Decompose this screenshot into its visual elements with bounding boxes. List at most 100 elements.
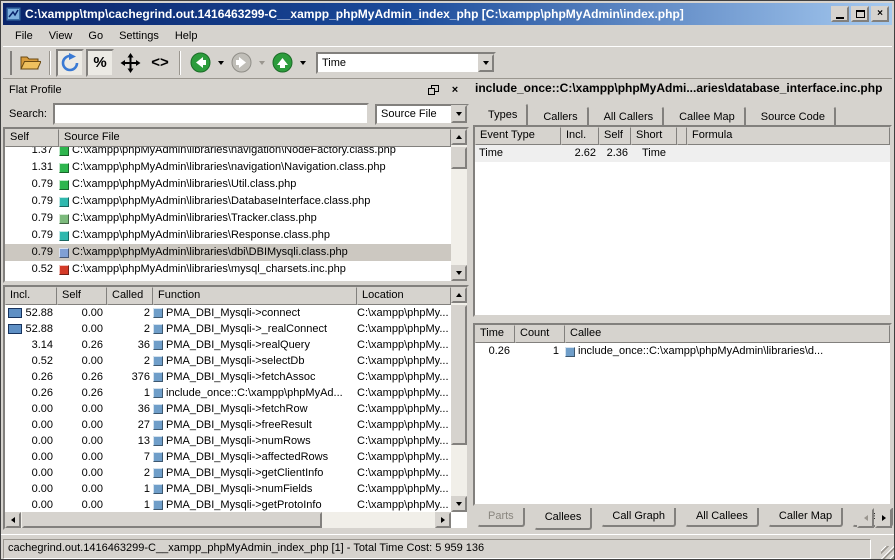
scroll-down-button[interactable]: [451, 265, 467, 281]
function-row[interactable]: 0.00 0.00 27 PMA_DBI_Mysqli->freeResult …: [5, 417, 451, 433]
combo-arrow-button[interactable]: [478, 54, 494, 72]
column-header-self[interactable]: Self: [57, 287, 107, 305]
column-header-count[interactable]: Count: [515, 325, 565, 343]
column-header-self[interactable]: Self: [599, 127, 631, 145]
bottom-tab[interactable]: Call Graph: [601, 508, 676, 527]
tab-scroll-right-button[interactable]: [875, 508, 892, 528]
detail-tab[interactable]: Source Code: [750, 106, 836, 125]
function-table-hscrollbar[interactable]: [5, 512, 451, 528]
column-header-callee[interactable]: Callee: [565, 325, 890, 343]
function-row[interactable]: 0.00 0.00 2 PMA_DBI_Mysqli->getClientInf…: [5, 465, 451, 481]
open-file-button[interactable]: [16, 49, 44, 77]
function-row[interactable]: 3.14 0.26 36 PMA_DBI_Mysqli->realQuery C…: [5, 337, 451, 353]
forward-dropdown[interactable]: [256, 49, 267, 77]
up-dropdown[interactable]: [297, 49, 308, 77]
source-file-row[interactable]: 0.79 C:\xampp\phpMyAdmin\libraries\Respo…: [5, 227, 451, 244]
function-row[interactable]: 0.26 0.26 1 include_once::C:\xampp\phpMy…: [5, 385, 451, 401]
back-dropdown[interactable]: [215, 49, 226, 77]
maximize-button[interactable]: [851, 6, 869, 22]
function-row[interactable]: 52.88 0.00 2 PMA_DBI_Mysqli->_realConnec…: [5, 321, 451, 337]
function-row[interactable]: 0.52 0.00 2 PMA_DBI_Mysqli->selectDb C:\…: [5, 353, 451, 369]
dock-layout-button[interactable]: [116, 49, 144, 77]
source-file-row[interactable]: 0.79 C:\xampp\phpMyAdmin\libraries\Datab…: [5, 193, 451, 210]
column-header-source-file[interactable]: Source File: [59, 129, 451, 147]
event-type-row[interactable]: Time 2.62 2.36 Time: [475, 145, 890, 162]
scroll-left-button[interactable]: [5, 512, 21, 528]
function-row[interactable]: 0.00 0.00 36 PMA_DBI_Mysqli->fetchRow C:…: [5, 401, 451, 417]
column-header-function[interactable]: Function: [153, 287, 357, 305]
function-row[interactable]: 52.88 0.00 2 PMA_DBI_Mysqli->connect C:\…: [5, 305, 451, 321]
source-file-row[interactable]: 0.79 C:\xampp\phpMyAdmin\libraries\Util.…: [5, 176, 451, 193]
function-row[interactable]: 0.00 0.00 1 PMA_DBI_Mysqli->getProtoInfo…: [5, 497, 451, 512]
bottom-tab[interactable]: Parts: [477, 508, 525, 527]
detail-tab[interactable]: All Callers: [593, 106, 665, 125]
function-row[interactable]: 0.00 0.00 7 PMA_DBI_Mysqli->affectedRows…: [5, 449, 451, 465]
column-header-time[interactable]: Time: [475, 325, 515, 343]
scroll-thumb[interactable]: [451, 305, 467, 445]
back-button[interactable]: [186, 49, 214, 77]
callee-row[interactable]: 0.26 1 include_once::C:\xampp\phpMyAdmin…: [475, 343, 890, 360]
source-file-row[interactable]: 1.31 C:\xampp\phpMyAdmin\libraries\navig…: [5, 159, 451, 176]
menu-item[interactable]: File: [7, 28, 41, 44]
bottom-tab[interactable]: Caller Map: [768, 508, 843, 527]
reload-button[interactable]: [56, 49, 84, 77]
file-path-cell: C:\xampp\phpMyAdmin\libraries\navigation…: [72, 159, 386, 176]
detail-tab[interactable]: Callee Map: [668, 106, 746, 125]
function-name-cell: PMA_DBI_Mysqli->fetchRow: [166, 401, 308, 417]
column-header-incl[interactable]: Incl.: [561, 127, 599, 145]
resize-grip[interactable]: [881, 546, 895, 560]
column-header-incl[interactable]: Incl.: [5, 287, 57, 305]
function-row[interactable]: 0.00 0.00 1 PMA_DBI_Mysqli->numFields C:…: [5, 481, 451, 497]
scroll-right-button[interactable]: [435, 512, 451, 528]
dock-close-button[interactable]: ×: [447, 83, 463, 97]
column-header-formula[interactable]: Formula: [687, 127, 890, 145]
detail-tab[interactable]: Types: [477, 103, 528, 125]
column-header-location[interactable]: Location: [357, 287, 451, 305]
file-path-cell: C:\xampp\phpMyAdmin\libraries\Tracker.cl…: [72, 210, 317, 227]
dock-titlebar[interactable]: Flat Profile ×: [3, 81, 469, 99]
source-list-vscrollbar[interactable]: [451, 129, 467, 281]
scroll-down-button[interactable]: [451, 496, 467, 512]
self-cell: 0.00: [57, 433, 107, 449]
scroll-thumb[interactable]: [22, 512, 322, 528]
search-input[interactable]: [53, 103, 369, 125]
source-file-row[interactable]: 0.52 C:\xampp\phpMyAdmin\libraries\user_…: [5, 278, 451, 281]
column-header-called[interactable]: Called: [107, 287, 153, 305]
function-row[interactable]: 0.00 0.00 13 PMA_DBI_Mysqli->numRows C:\…: [5, 433, 451, 449]
scroll-up-button[interactable]: [451, 129, 467, 145]
up-button[interactable]: [268, 49, 296, 77]
function-table-vscrollbar[interactable]: [451, 287, 467, 512]
menu-item[interactable]: View: [41, 28, 81, 44]
function-row[interactable]: 0.26 0.26 376 PMA_DBI_Mysqli->fetchAssoc…: [5, 369, 451, 385]
expand-button[interactable]: <>: [146, 49, 174, 77]
minimize-button[interactable]: [831, 6, 849, 22]
scroll-thumb[interactable]: [451, 147, 467, 169]
column-header-self[interactable]: Self: [5, 129, 59, 147]
bottom-tab[interactable]: Callees: [534, 508, 593, 530]
column-header-event-type[interactable]: Event Type: [475, 127, 561, 145]
source-file-row[interactable]: 1.37 C:\xampp\phpMyAdmin\libraries\navig…: [5, 147, 451, 159]
source-file-row[interactable]: 0.79 C:\xampp\phpMyAdmin\libraries\Track…: [5, 210, 451, 227]
event-type-selector[interactable]: Time: [316, 52, 496, 74]
close-icon: ×: [877, 9, 883, 19]
dock-float-button[interactable]: [425, 83, 441, 97]
column-header-short[interactable]: Short: [631, 127, 677, 145]
file-path-cell: C:\xampp\phpMyAdmin\libraries\user_prefe…: [72, 278, 352, 281]
bottom-tab[interactable]: All Callees: [685, 508, 759, 527]
source-file-row[interactable]: 0.52 C:\xampp\phpMyAdmin\libraries\mysql…: [5, 261, 451, 278]
scroll-up-button[interactable]: [451, 287, 467, 303]
forward-button[interactable]: [227, 49, 255, 77]
source-file-row[interactable]: 0.79 C:\xampp\phpMyAdmin\libraries\dbi\D…: [5, 244, 451, 261]
maximize-icon: [856, 10, 865, 18]
percentage-toggle-button[interactable]: %: [86, 49, 114, 77]
combo-arrow-button[interactable]: [451, 105, 467, 123]
toolbar-handle[interactable]: [5, 51, 12, 75]
menu-item[interactable]: Help: [167, 28, 206, 44]
tab-scroll-left-button[interactable]: [857, 508, 874, 528]
menu-item[interactable]: Go: [80, 28, 111, 44]
menu-item[interactable]: Settings: [111, 28, 167, 44]
detail-tab[interactable]: Callers: [532, 106, 588, 125]
close-button[interactable]: ×: [871, 6, 889, 22]
title-bar[interactable]: C:\xampp\tmp\cachegrind.out.1416463299-C…: [3, 3, 892, 25]
group-by-selector[interactable]: Source File: [375, 104, 469, 125]
